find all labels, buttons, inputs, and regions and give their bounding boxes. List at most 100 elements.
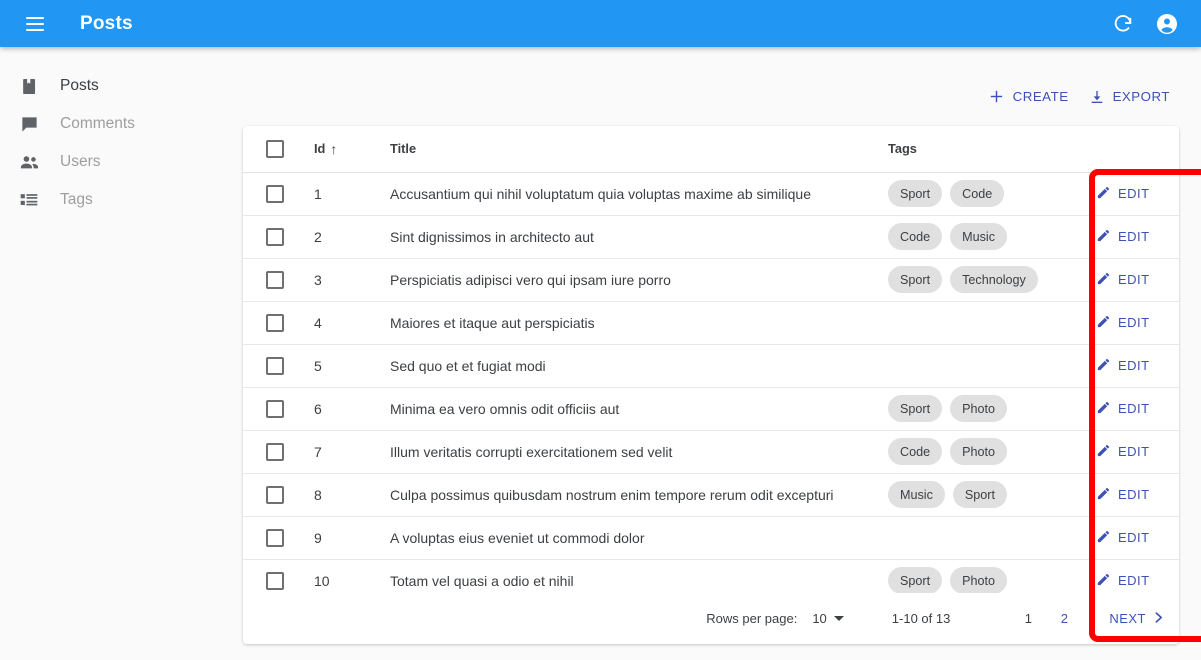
row-id-value: 3 xyxy=(314,272,322,288)
tag-chip[interactable]: Code xyxy=(888,438,942,465)
table-body: 1Accusantium qui nihil voluptatum quia v… xyxy=(243,172,1179,602)
tag-chip[interactable]: Technology xyxy=(950,266,1038,293)
page-button-2[interactable]: 2 xyxy=(1046,611,1082,626)
sidebar-item-tags[interactable]: Tags xyxy=(0,183,221,217)
row-id-cell: 2 xyxy=(306,215,382,258)
row-select-cell xyxy=(243,215,306,258)
pencil-icon xyxy=(1096,572,1111,590)
row-title-cell: Sed quo et et fugiat modi xyxy=(382,344,868,387)
tag-chip[interactable]: Music xyxy=(950,223,1007,250)
row-id-value: 10 xyxy=(314,573,330,589)
row-id-value: 6 xyxy=(314,401,322,417)
page-button-1[interactable]: 1 xyxy=(1010,611,1046,626)
select-all-checkbox[interactable] xyxy=(266,140,284,158)
tag-chip[interactable]: Photo xyxy=(950,395,1007,422)
table-row[interactable]: 4Maiores et itaque aut perspiciatisEDIT xyxy=(243,301,1179,344)
edit-button[interactable]: EDIT xyxy=(1083,529,1150,547)
book-icon xyxy=(17,74,41,98)
row-id-cell: 4 xyxy=(306,301,382,344)
row-checkbox[interactable] xyxy=(266,443,284,461)
hamburger-menu-icon[interactable] xyxy=(18,7,52,41)
row-checkbox[interactable] xyxy=(266,271,284,289)
next-page-button[interactable]: NEXT xyxy=(1109,611,1165,627)
row-checkbox[interactable] xyxy=(266,228,284,246)
row-id-cell: 7 xyxy=(306,430,382,473)
pencil-icon xyxy=(1096,271,1111,289)
edit-button-label: EDIT xyxy=(1118,229,1150,244)
row-title-cell: A voluptas eius eveniet ut commodi dolor xyxy=(382,516,868,559)
pagination-range-label: 1-10 of 13 xyxy=(892,611,951,626)
row-id-cell: 3 xyxy=(306,258,382,301)
refresh-icon[interactable] xyxy=(1101,2,1145,46)
row-actions-cell: EDIT xyxy=(1083,516,1179,559)
table-row[interactable]: 8 Culpa possimus quibusdam nostrum enim t… xyxy=(243,473,1179,516)
tag-chip[interactable]: Code xyxy=(950,180,1004,207)
tag-chip[interactable]: Photo xyxy=(950,567,1007,594)
pencil-icon xyxy=(1096,228,1111,246)
row-checkbox[interactable] xyxy=(266,529,284,547)
edit-button[interactable]: EDIT xyxy=(1083,228,1150,246)
pencil-icon xyxy=(1096,443,1111,461)
edit-button[interactable]: EDIT xyxy=(1083,486,1150,504)
row-checkbox[interactable] xyxy=(266,400,284,418)
edit-button[interactable]: EDIT xyxy=(1083,443,1150,461)
tag-chip[interactable]: Sport xyxy=(888,395,942,422)
table-pagination: Rows per page: 10 1-10 of 13 1 2 NEXT xyxy=(243,593,1179,644)
tag-chip[interactable]: Sport xyxy=(888,180,942,207)
row-id-cell: 6 xyxy=(306,387,382,430)
row-id-value: 1 xyxy=(314,186,322,202)
tag-chip[interactable]: Code xyxy=(888,223,942,250)
page-title: Posts xyxy=(80,13,133,35)
column-header-id[interactable]: Id ↑ xyxy=(306,126,382,172)
edit-button[interactable]: EDIT xyxy=(1083,271,1150,289)
edit-button[interactable]: EDIT xyxy=(1083,400,1150,418)
account-circle-icon[interactable] xyxy=(1145,2,1189,46)
row-actions-cell: EDIT xyxy=(1083,258,1179,301)
edit-button[interactable]: EDIT xyxy=(1083,314,1150,332)
row-actions-cell: EDIT xyxy=(1083,387,1179,430)
row-title-cell: Sint dignissimos in architecto aut xyxy=(382,215,868,258)
row-title-value: Perspiciatis adipisci vero qui ipsam iur… xyxy=(390,272,671,288)
rows-per-page-select[interactable]: 10 xyxy=(812,611,843,626)
row-checkbox[interactable] xyxy=(266,185,284,203)
column-header-title[interactable]: Title xyxy=(382,126,868,172)
row-actions-cell: EDIT xyxy=(1083,430,1179,473)
sidebar-item-comments[interactable]: Comments xyxy=(0,107,221,141)
tag-chip[interactable]: Sport xyxy=(888,567,942,594)
row-checkbox[interactable] xyxy=(266,357,284,375)
table-row[interactable]: 2Sint dignissimos in architecto aut Code M… xyxy=(243,215,1179,258)
edit-button[interactable]: EDIT xyxy=(1083,357,1150,375)
create-button[interactable]: CREATE xyxy=(980,82,1077,111)
table-row[interactable]: 6Minima ea vero omnis odit officiis autS… xyxy=(243,387,1179,430)
row-title-cell: Culpa possimus quibusdam nostrum enim te… xyxy=(382,473,868,516)
column-header-tags[interactable]: Tags xyxy=(868,126,1083,172)
tag-chip[interactable]: Music xyxy=(888,481,945,508)
tag-chip[interactable]: Photo xyxy=(950,438,1007,465)
table-row[interactable]: 1Accusantium qui nihil voluptatum quia v… xyxy=(243,172,1179,215)
tag-chip[interactable]: Sport xyxy=(953,481,1007,508)
row-id-value: 9 xyxy=(314,530,322,546)
rows-per-page-value: 10 xyxy=(812,611,826,626)
edit-button[interactable]: EDIT xyxy=(1083,572,1150,590)
row-id-value: 8 xyxy=(314,487,322,503)
table-row[interactable]: 3 Perspiciatis adipisci vero qui ipsam iu… xyxy=(243,258,1179,301)
select-all-header xyxy=(243,126,306,172)
row-checkbox[interactable] xyxy=(266,314,284,332)
list-icon xyxy=(17,188,41,212)
row-checkbox[interactable] xyxy=(266,486,284,504)
row-actions-cell: EDIT xyxy=(1083,344,1179,387)
sidebar: Posts Comments Users xyxy=(0,47,221,660)
sidebar-item-users[interactable]: Users xyxy=(0,145,221,179)
edit-button[interactable]: EDIT xyxy=(1083,185,1150,203)
column-header-actions xyxy=(1083,126,1179,172)
table-row[interactable]: 9 A voluptas eius eveniet ut commodi dolo… xyxy=(243,516,1179,559)
chevron-right-icon xyxy=(1152,611,1165,627)
row-title-value: Totam vel quasi a odio et nihil xyxy=(390,573,574,589)
row-checkbox[interactable] xyxy=(266,572,284,590)
table-row[interactable]: 7Illum veritatis corrupti exercitationem… xyxy=(243,430,1179,473)
row-id-cell: 5 xyxy=(306,344,382,387)
table-row[interactable]: 5Sed quo et et fugiat modi EDIT xyxy=(243,344,1179,387)
tag-chip[interactable]: Sport xyxy=(888,266,942,293)
sidebar-item-posts[interactable]: Posts xyxy=(0,69,221,103)
export-button[interactable]: EXPORT xyxy=(1081,83,1178,111)
